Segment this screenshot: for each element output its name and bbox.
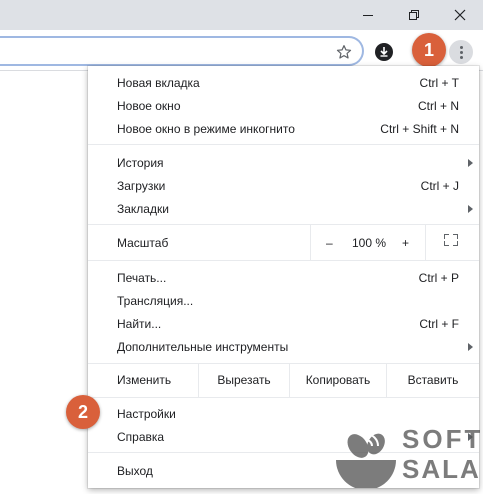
- menu-separator: [88, 260, 479, 261]
- restore-button[interactable]: [394, 0, 434, 30]
- zoom-level: 100 %: [352, 236, 387, 250]
- cut-button[interactable]: Вырезать: [199, 373, 289, 395]
- menu-item-cast[interactable]: Трансляция...: [88, 290, 479, 312]
- more-vert-icon[interactable]: [449, 40, 473, 64]
- menu-item-label: Найти...: [117, 317, 162, 331]
- menu-separator: [88, 363, 479, 364]
- menu-item-label: Дополнительные инструменты: [117, 340, 289, 354]
- step-badge-1: 1: [412, 33, 446, 67]
- menu-item-bookmarks[interactable]: Закладки: [88, 198, 479, 220]
- menu-item-label: Настройки: [117, 407, 176, 421]
- star-icon[interactable]: [336, 44, 352, 60]
- submenu-arrow-icon: [468, 159, 473, 167]
- menu-separator: [88, 224, 479, 225]
- menu-item-downloads[interactable]: Загрузки Ctrl + J: [88, 175, 479, 197]
- logo-text-salad: SALAD: [402, 454, 480, 484]
- menu-divider: [310, 225, 311, 260]
- menu-item-label: Новая вкладка: [117, 76, 200, 90]
- menu-separator: [88, 144, 479, 145]
- paste-button[interactable]: Вставить: [387, 373, 479, 395]
- shortcut-label: Ctrl + T: [419, 76, 459, 90]
- menu-item-label: Справка: [117, 430, 165, 444]
- shortcut-label: Ctrl + N: [417, 99, 459, 113]
- shortcut-label: Ctrl + J: [420, 179, 459, 193]
- close-icon: [454, 9, 466, 21]
- menu-item-label: Трансляция...: [117, 294, 194, 308]
- zoom-out-button[interactable]: –: [326, 236, 333, 250]
- menu-item-label: Закладки: [117, 202, 169, 216]
- softsalad-logo: SOFT SALAD: [336, 424, 480, 488]
- minimize-button[interactable]: [348, 0, 388, 30]
- title-bar: [0, 0, 483, 30]
- menu-item-incognito[interactable]: Новое окно в режиме инкогнито Ctrl + Shi…: [88, 118, 479, 140]
- menu-item-more-tools[interactable]: Дополнительные инструменты: [88, 336, 479, 358]
- download-extension-icon[interactable]: [375, 43, 393, 61]
- menu-separator: [88, 397, 479, 398]
- menu-item-history[interactable]: История: [88, 152, 479, 174]
- edit-label: Изменить: [117, 373, 172, 387]
- logo-text-soft: SOFT: [402, 424, 480, 454]
- menu-divider: [425, 225, 426, 260]
- menu-item-new-window[interactable]: Новое окно Ctrl + N: [88, 95, 479, 117]
- menu-item-find[interactable]: Найти... Ctrl + F: [88, 313, 479, 335]
- shortcut-label: Ctrl + F: [419, 317, 459, 331]
- shortcut-label: Ctrl + Shift + N: [380, 122, 459, 136]
- menu-item-label: Масштаб: [117, 236, 169, 250]
- menu-item-zoom: Масштаб – 100 % +: [88, 232, 479, 254]
- menu-item-label: Выход: [117, 464, 153, 478]
- minimize-icon: [363, 15, 373, 16]
- menu-item-label: Загрузки: [117, 179, 166, 193]
- zoom-in-button[interactable]: +: [402, 236, 409, 250]
- menu-item-label: Печать...: [117, 271, 167, 285]
- submenu-arrow-icon: [468, 343, 473, 351]
- menu-item-new-tab[interactable]: Новая вкладка Ctrl + T: [88, 72, 479, 94]
- toolbar: [0, 30, 483, 71]
- submenu-arrow-icon: [468, 205, 473, 213]
- address-bar[interactable]: [0, 36, 364, 66]
- restore-icon: [409, 10, 419, 20]
- shortcut-label: Ctrl + P: [418, 271, 459, 285]
- close-button[interactable]: [440, 0, 480, 30]
- fullscreen-icon[interactable]: [444, 234, 458, 246]
- step-badge-2: 2: [66, 395, 100, 429]
- menu-item-print[interactable]: Печать... Ctrl + P: [88, 267, 479, 289]
- copy-button[interactable]: Копировать: [290, 373, 386, 395]
- menu-item-label: Новое окно: [117, 99, 181, 113]
- menu-item-label: История: [117, 156, 164, 170]
- menu-item-label: Новое окно в режиме инкогнито: [117, 122, 295, 136]
